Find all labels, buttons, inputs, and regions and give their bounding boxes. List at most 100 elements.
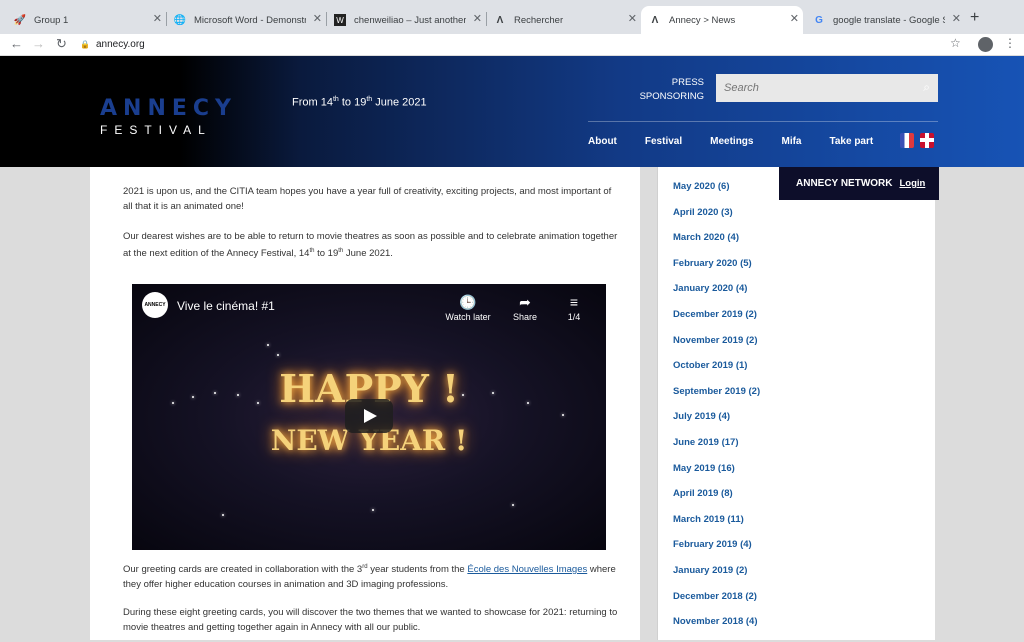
playlist-button[interactable]: ≡ 1/4 — [546, 292, 602, 322]
tab-title: Rechercher — [514, 14, 564, 26]
intro-paragraph: 2021 is upon us, and the CITIA team hope… — [123, 186, 612, 212]
archive-link[interactable]: April 2020 (3) — [673, 207, 760, 233]
clock-icon: 🕒 — [459, 294, 477, 310]
search-icon[interactable]: ⌕ — [923, 80, 930, 95]
profile-avatar-icon[interactable] — [978, 37, 993, 52]
french-flag-icon[interactable] — [900, 133, 914, 148]
rocket-icon: 🚀 — [13, 14, 27, 26]
archive-list: May 2020 (6) April 2020 (3) March 2020 (… — [673, 181, 760, 642]
playlist-icon: ≡ — [569, 294, 579, 310]
language-switcher — [900, 133, 940, 148]
lock-icon: 🔒 — [80, 40, 90, 49]
dates-text: to 19 — [338, 96, 367, 109]
close-icon[interactable]: ✕ — [628, 12, 637, 25]
archive-link[interactable]: January 2020 (4) — [673, 283, 760, 309]
nav-mifa[interactable]: Mifa — [781, 136, 801, 147]
playlist-count: 1/4 — [567, 312, 581, 322]
youtube-video-player[interactable]: ANNECY Vive le cinéma! #1 🕒 Watch later … — [132, 284, 606, 550]
archive-link[interactable]: July 2019 (4) — [673, 411, 760, 437]
archive-link[interactable]: November 2019 (2) — [673, 335, 760, 361]
back-arrow-icon[interactable]: ← — [10, 36, 23, 51]
sparkle — [372, 509, 374, 511]
greeting-cards-paragraph: Our greeting cards are created in collab… — [123, 560, 623, 592]
archive-link[interactable]: January 2019 (2) — [673, 565, 760, 591]
share-button[interactable]: ➦ Share — [497, 292, 553, 322]
archive-link[interactable]: February 2019 (4) — [673, 539, 760, 565]
nav-about[interactable]: About — [588, 136, 617, 147]
browser-tab[interactable]: W chenweiliao – Just another ✕ — [326, 6, 486, 34]
sparkle — [192, 396, 194, 398]
nav-take-part[interactable]: Take part — [829, 136, 873, 147]
annecy-icon: Λ — [651, 14, 659, 26]
archive-link[interactable]: December 2019 (2) — [673, 309, 760, 335]
dates-text: June 2021 — [372, 96, 427, 109]
archive-link[interactable]: March 2019 (11) — [673, 514, 760, 540]
annecy-network-bar: ANNECY NETWORK Login — [779, 167, 939, 200]
annecy-logo[interactable]: ANNECY FESTIVAL — [100, 96, 237, 137]
sparkle — [172, 402, 174, 404]
sparkle — [277, 354, 279, 356]
close-icon[interactable]: ✕ — [313, 12, 322, 25]
share-label: Share — [512, 312, 538, 322]
channel-logo[interactable]: ANNECY — [142, 292, 168, 318]
watch-later-button[interactable]: 🕒 Watch later — [440, 292, 496, 322]
forward-arrow-icon[interactable]: → — [32, 36, 45, 51]
close-icon[interactable]: ✕ — [153, 12, 162, 25]
watch-later-label: Watch later — [445, 312, 491, 322]
themes-paragraph: During these eight greeting cards, you w… — [123, 607, 618, 633]
sponsoring-link[interactable]: SPONSORING — [628, 90, 704, 104]
share-icon: ➦ — [519, 294, 531, 310]
header-divider — [588, 121, 938, 122]
archive-link[interactable]: February 2020 (5) — [673, 258, 760, 284]
star-icon[interactable]: ☆ — [950, 36, 961, 50]
sparkle — [267, 344, 269, 346]
browser-tab-bar: 🚀 Group 1 ✕ 🌐 Microsoft Word - Demonstra… — [0, 0, 1024, 34]
annecy-icon: Λ — [496, 14, 504, 26]
close-icon[interactable]: ✕ — [473, 12, 482, 25]
login-link[interactable]: Login — [899, 178, 925, 189]
new-tab-icon[interactable]: + — [970, 9, 979, 27]
ecole-link[interactable]: École des Nouvelles Images — [467, 564, 587, 575]
archive-link[interactable]: December 2018 (2) — [673, 591, 760, 617]
archive-link[interactable]: September 2019 (2) — [673, 386, 760, 412]
sparkle — [257, 402, 259, 404]
site-header: ANNECY FESTIVAL From 14th to 19th June 2… — [0, 56, 1024, 167]
sparkle — [512, 504, 514, 506]
close-icon[interactable]: ✕ — [952, 12, 961, 25]
uk-flag-icon[interactable] — [920, 133, 934, 148]
sparkle — [214, 392, 216, 394]
browser-tab[interactable]: 🌐 Microsoft Word - Demonstra ✕ — [166, 6, 326, 34]
search-input[interactable] — [716, 74, 906, 102]
logo-festival-text: FESTIVAL — [100, 123, 212, 137]
browser-tab-active[interactable]: Λ Annecy > News ✕ — [641, 6, 803, 34]
archive-link[interactable]: June 2019 (17) — [673, 437, 760, 463]
press-link[interactable]: PRESS — [628, 76, 704, 90]
video-title[interactable]: Vive le cinéma! #1 — [177, 299, 275, 313]
text: June 2021. — [343, 248, 393, 260]
menu-kebab-icon[interactable]: ⋮ — [1004, 36, 1016, 50]
url-text: annecy.org — [96, 38, 145, 50]
wishes-paragraph: Our dearest wishes are to be able to ret… — [123, 229, 623, 261]
sparkle — [492, 392, 494, 394]
archive-link[interactable]: October 2019 (1) — [673, 360, 760, 386]
address-bar[interactable]: 🔒 annecy.org — [80, 35, 970, 53]
close-icon[interactable]: ✕ — [790, 12, 799, 25]
archive-link[interactable]: March 2020 (4) — [673, 232, 760, 258]
sparkle — [237, 394, 239, 396]
play-button-icon[interactable] — [345, 399, 393, 433]
archive-link[interactable]: April 2019 (8) — [673, 488, 760, 514]
browser-tab[interactable]: 🚀 Group 1 ✕ — [6, 6, 166, 34]
globe-icon: 🌐 — [173, 14, 187, 26]
archive-link[interactable]: May 2019 (16) — [673, 463, 760, 489]
text: to 19 — [314, 248, 339, 260]
archive-sidebar: May 2020 (6) April 2020 (3) March 2020 (… — [657, 167, 935, 640]
reload-icon[interactable]: ↻ — [56, 36, 67, 52]
archive-link[interactable]: November 2018 (4) — [673, 616, 760, 642]
browser-tab[interactable]: Λ Rechercher ✕ — [486, 6, 641, 34]
main-nav: About Festival Meetings Mifa Take part — [588, 136, 901, 147]
browser-toolbar: ← → ↻ 🔒 annecy.org ☆ ⋮ — [0, 34, 1024, 56]
nav-meetings[interactable]: Meetings — [710, 136, 753, 147]
archive-link[interactable]: May 2020 (6) — [673, 181, 760, 207]
browser-tab[interactable]: G google translate - Google Se ✕ — [805, 6, 965, 34]
nav-festival[interactable]: Festival — [645, 136, 682, 147]
